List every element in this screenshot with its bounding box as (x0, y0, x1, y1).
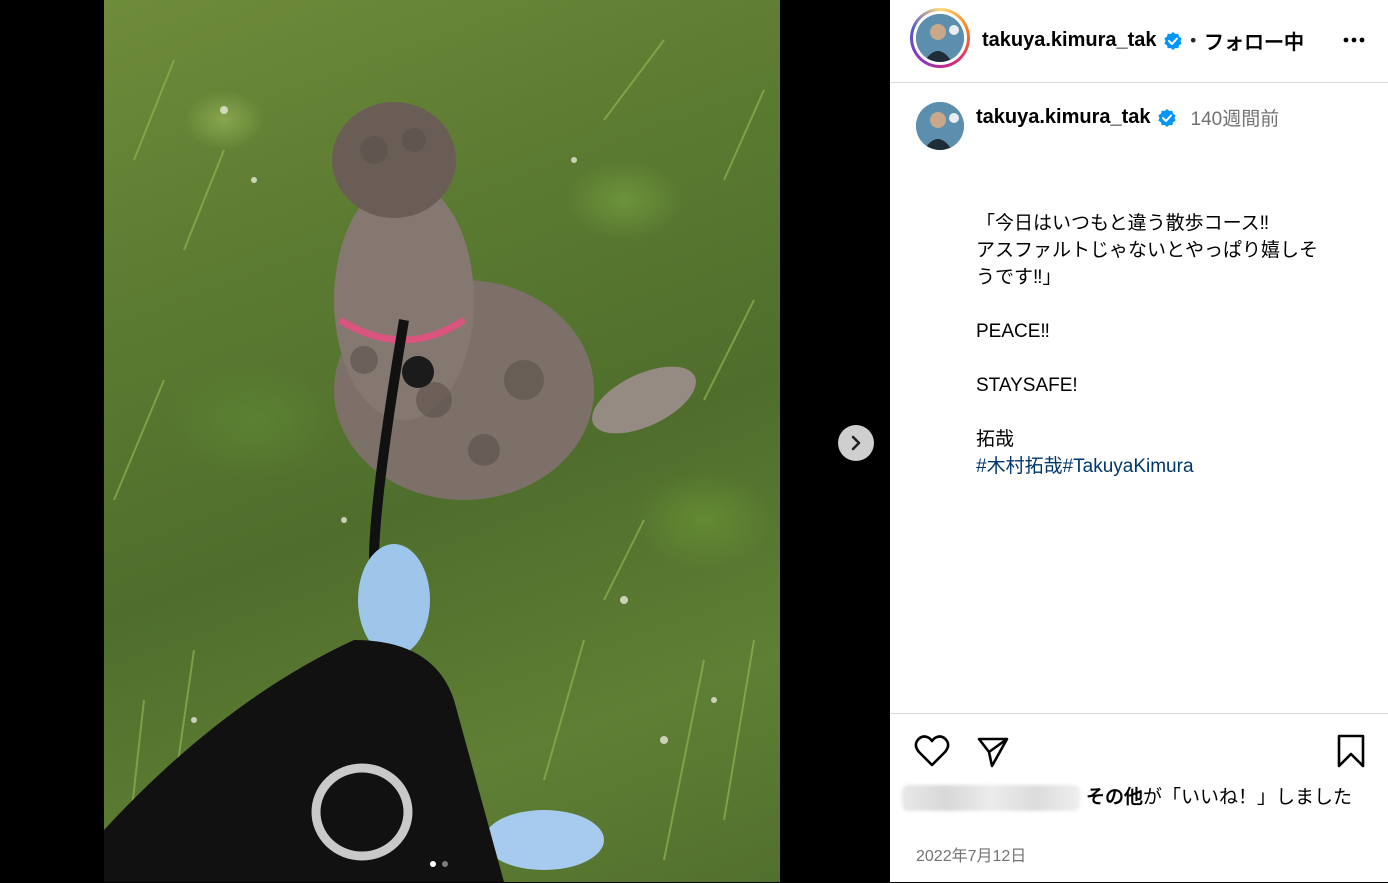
post-date[interactable]: 2022年7月12日 (916, 842, 1026, 866)
caption-line: うです‼︎」 (976, 267, 1062, 288)
chevron-right-icon (851, 435, 861, 451)
likes-summary: その他が「いいね！」しました (902, 784, 1372, 811)
more-icon[interactable] (1340, 26, 1368, 54)
post-side-panel: takuya.kimura_tak • フォロー中 takuya.kimura_… (890, 0, 1388, 882)
send-icon[interactable] (976, 735, 1010, 769)
author-username[interactable]: takuya.kimura_tak (982, 29, 1157, 52)
post-header: takuya.kimura_tak • フォロー中 (890, 0, 1388, 83)
blurred-liker-names (902, 784, 1080, 811)
caption-peace: PEACE‼︎ (976, 321, 1050, 342)
likes-text: が「いいね！」しました (1143, 787, 1353, 808)
post-caption: 「今日はいつもと違う散歩コース‼︎ アスファルトじゃないとやっぱり嬉しそ うです… (976, 210, 1371, 480)
caption-avatar[interactable] (916, 102, 964, 150)
carousel-dot (442, 861, 448, 867)
post-photo[interactable] (104, 0, 780, 882)
header-separator: • (1188, 31, 1198, 50)
media-area (0, 0, 890, 882)
next-photo-button[interactable] (838, 425, 874, 461)
avatar-photo (916, 14, 964, 62)
header-user-info: takuya.kimura_tak • フォロー中 (982, 26, 1304, 55)
caption-user-info: takuya.kimura_tak 140週間前 (976, 104, 1279, 131)
caption-line: 「今日はいつもと違う散歩コース‼︎ (976, 213, 1270, 234)
post-actions: その他が「いいね！」しました 2022年7月12日 (890, 713, 1388, 883)
heart-icon[interactable] (914, 734, 950, 768)
carousel-indicator (430, 861, 448, 867)
verified-badge-icon (1163, 31, 1182, 50)
avatar-photo (916, 102, 964, 150)
verified-badge-icon (1157, 108, 1176, 127)
following-button[interactable]: フォロー中 (1204, 26, 1304, 55)
caption-username[interactable]: takuya.kimura_tak (976, 106, 1151, 129)
author-avatar[interactable] (910, 8, 970, 68)
caption-staysafe: STAYSAFE! (976, 375, 1078, 396)
carousel-dot-active (430, 861, 436, 867)
post-time-ago[interactable]: 140週間前 (1191, 104, 1280, 131)
hashtag-links[interactable]: #木村拓哉#TakuyaKimura (976, 453, 1371, 480)
caption-signature: 拓哉 (976, 429, 1015, 450)
bookmark-icon[interactable] (1336, 734, 1366, 768)
caption-line: アスファルトじゃないとやっぱり嬉しそ (976, 240, 1319, 261)
likes-others-link[interactable]: その他 (1086, 787, 1143, 808)
photo-illustration (104, 39, 765, 882)
